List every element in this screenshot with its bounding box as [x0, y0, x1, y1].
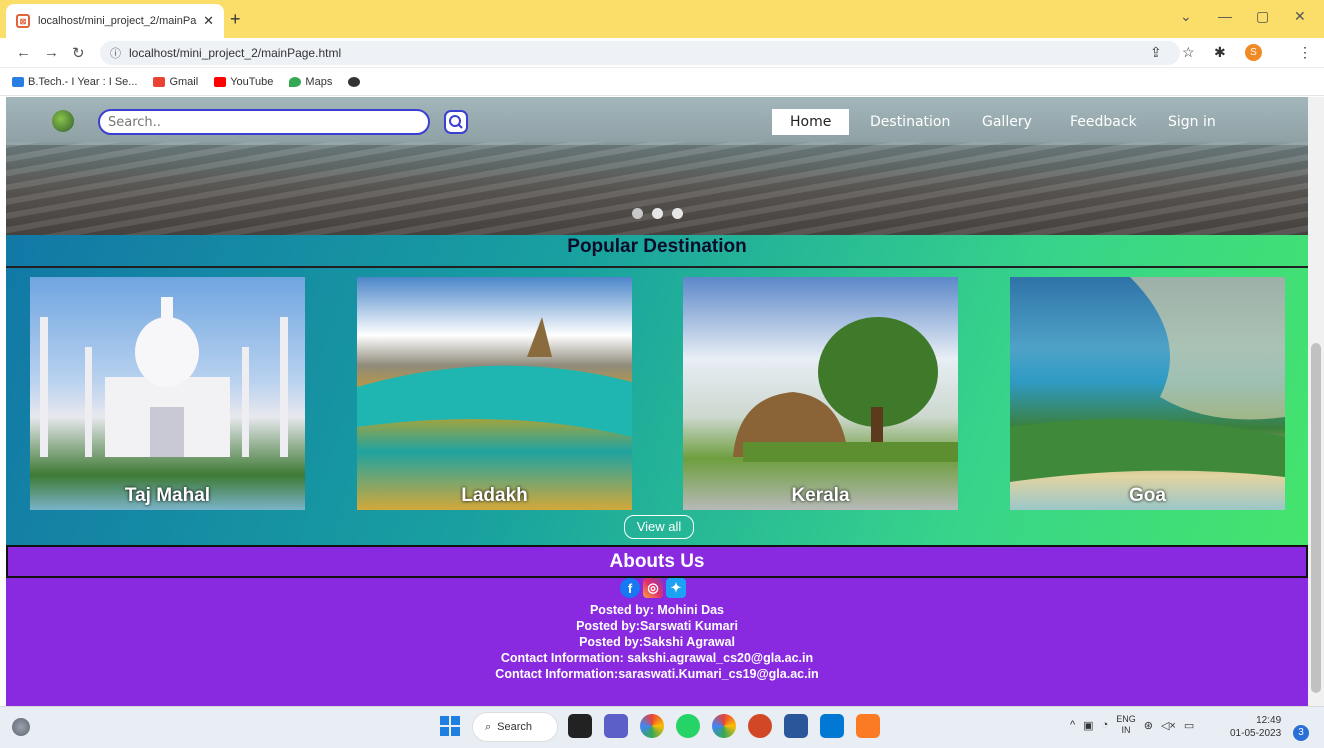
window-close-icon[interactable]: ✕: [1294, 8, 1306, 25]
wifi-icon[interactable]: ⊛: [1144, 719, 1153, 732]
slider-dot-3[interactable]: [672, 208, 683, 219]
social-links: f ◎ ✦: [620, 578, 686, 598]
chevron-up-icon[interactable]: ^: [1070, 719, 1075, 731]
bookmark-btech[interactable]: B.Tech.- I Year : I Se...: [12, 76, 137, 88]
web-page: Home Destination Gallery Feedback Sign i…: [6, 97, 1308, 706]
weather-icon[interactable]: [12, 718, 30, 736]
popular-destination-section: Popular Destination Taj Mahal Ladakh Ker…: [6, 235, 1308, 545]
battery-icon[interactable]: ▭: [1184, 719, 1194, 732]
back-icon[interactable]: ←: [16, 44, 31, 61]
taj-mahal-image: [40, 297, 288, 457]
nav-destination[interactable]: Destination: [852, 109, 968, 135]
destination-card-goa[interactable]: Goa: [1010, 277, 1285, 510]
bookmark-youtube[interactable]: YouTube: [214, 76, 273, 88]
twitter-icon[interactable]: ✦: [666, 578, 686, 598]
site-info-icon[interactable]: ⓘ: [110, 45, 121, 61]
about-us-section: Abouts Us f ◎ ✦ Posted by: Mohini Das Po…: [6, 545, 1308, 706]
clock[interactable]: 12:49 01-05-2023: [1230, 714, 1281, 740]
nav-feedback[interactable]: Feedback: [1052, 109, 1155, 135]
language-indicator[interactable]: ENG IN: [1116, 714, 1136, 736]
destination-card-ladakh[interactable]: Ladakh: [357, 277, 632, 510]
search-icon: ⌕: [485, 720, 492, 733]
address-url: localhost/mini_project_2/mainPage.html: [129, 46, 342, 60]
destination-label: Taj Mahal: [124, 485, 211, 506]
nav-home[interactable]: Home: [772, 109, 850, 135]
search-icon: [449, 115, 463, 129]
destination-label: Ladakh: [461, 485, 528, 506]
address-bar[interactable]: ⓘ localhost/mini_project_2/mainPage.html: [100, 41, 1180, 65]
tray-app-icon[interactable]: ▣: [1083, 719, 1093, 732]
slider-dot-1[interactable]: [632, 208, 643, 219]
view-all-button[interactable]: View all: [624, 515, 694, 539]
search-input[interactable]: [98, 109, 430, 135]
taskbar-search-label: Search: [497, 721, 533, 733]
forward-icon[interactable]: →: [44, 44, 59, 61]
teams-icon[interactable]: [604, 714, 628, 738]
word-icon[interactable]: [784, 714, 808, 738]
minimize-icon[interactable]: —: [1218, 8, 1232, 24]
extensions-icon[interactable]: ✱: [1214, 44, 1226, 61]
whatsapp-icon[interactable]: [676, 714, 700, 738]
bookmark-maps[interactable]: Maps: [289, 76, 332, 88]
powerpoint-icon[interactable]: [748, 714, 772, 738]
section-title: Popular Destination: [6, 235, 1308, 268]
globe-icon: [348, 76, 361, 87]
vscode-icon[interactable]: [820, 714, 844, 738]
tab-favicon-icon: ⊠: [16, 14, 30, 28]
contact-line: Contact Information: sakshi.agrawal_cs20…: [500, 651, 814, 665]
destination-label: Kerala: [791, 485, 850, 506]
credit-line: Posted by: Mohini Das: [589, 603, 725, 617]
tab-search-icon[interactable]: ⌄: [1180, 8, 1192, 25]
task-view-icon[interactable]: [568, 714, 592, 738]
volume-icon[interactable]: ◁×: [1161, 719, 1176, 732]
destination-label: Goa: [1129, 485, 1166, 506]
ladakh-image: [357, 317, 632, 437]
slider-dot-2[interactable]: [652, 208, 663, 219]
destination-card-taj-mahal[interactable]: Taj Mahal: [30, 277, 305, 510]
new-tab-icon[interactable]: +: [230, 9, 241, 30]
reload-icon[interactable]: ↻: [72, 44, 85, 62]
scrollbar-thumb[interactable]: [1311, 343, 1321, 693]
nav-sign-in[interactable]: Sign in: [1150, 109, 1234, 135]
search-button[interactable]: [444, 110, 468, 134]
restore-icon[interactable]: ▢: [1256, 8, 1269, 25]
taskbar-search[interactable]: ⌕ Search: [472, 712, 558, 742]
bookmark-star-icon[interactable]: ☆: [1182, 44, 1195, 61]
browser-tab[interactable]: ⊠ localhost/mini_project_2/mainPa ✕: [6, 4, 224, 38]
start-icon[interactable]: [440, 716, 460, 736]
youtube-icon: [214, 76, 227, 87]
notification-badge[interactable]: 3: [1293, 725, 1309, 741]
contact-line: Contact Information:saraswati.Kumari_cs1…: [495, 667, 819, 681]
bookmark-globe[interactable]: [348, 76, 361, 87]
menu-icon[interactable]: ⋮: [1298, 44, 1312, 61]
tab-close-icon[interactable]: ✕: [203, 13, 214, 29]
bookmark-gmail[interactable]: Gmail: [153, 76, 198, 88]
destination-card-kerala[interactable]: Kerala: [683, 277, 958, 510]
bookmark-page-icon: [12, 76, 24, 87]
gmail-icon: [153, 76, 166, 87]
kerala-image: [733, 317, 958, 462]
chrome-icon[interactable]: [640, 714, 664, 738]
network-tray-icon[interactable]: ◔: [1102, 719, 1109, 731]
tab-title: localhost/mini_project_2/mainPa: [38, 15, 197, 27]
maps-icon: [289, 76, 302, 87]
credits: Posted by: Mohini Das Posted by:Sarswati…: [6, 602, 1308, 682]
nav-gallery[interactable]: Gallery: [964, 109, 1050, 135]
credit-line: Posted by:Sakshi Agrawal: [579, 635, 735, 649]
section-title: Abouts Us: [6, 545, 1308, 578]
chrome-alt-icon[interactable]: [712, 714, 736, 738]
site-logo-icon[interactable]: [52, 110, 74, 132]
goa-image: [1010, 277, 1285, 482]
profile-avatar[interactable]: S: [1245, 44, 1262, 61]
xampp-icon[interactable]: [856, 714, 880, 738]
facebook-icon[interactable]: f: [620, 578, 640, 598]
credit-line: Posted by:Sarswati Kumari: [576, 619, 738, 633]
hero-image: [6, 142, 1308, 235]
system-tray: ^ ▣ ◔ ENG IN ⊛ ◁× ▭: [1070, 714, 1194, 736]
bookmarks-bar: B.Tech.- I Year : I Se... Gmail YouTube …: [0, 68, 1324, 96]
instagram-icon[interactable]: ◎: [643, 578, 663, 598]
share-icon[interactable]: ⇪: [1150, 44, 1162, 61]
